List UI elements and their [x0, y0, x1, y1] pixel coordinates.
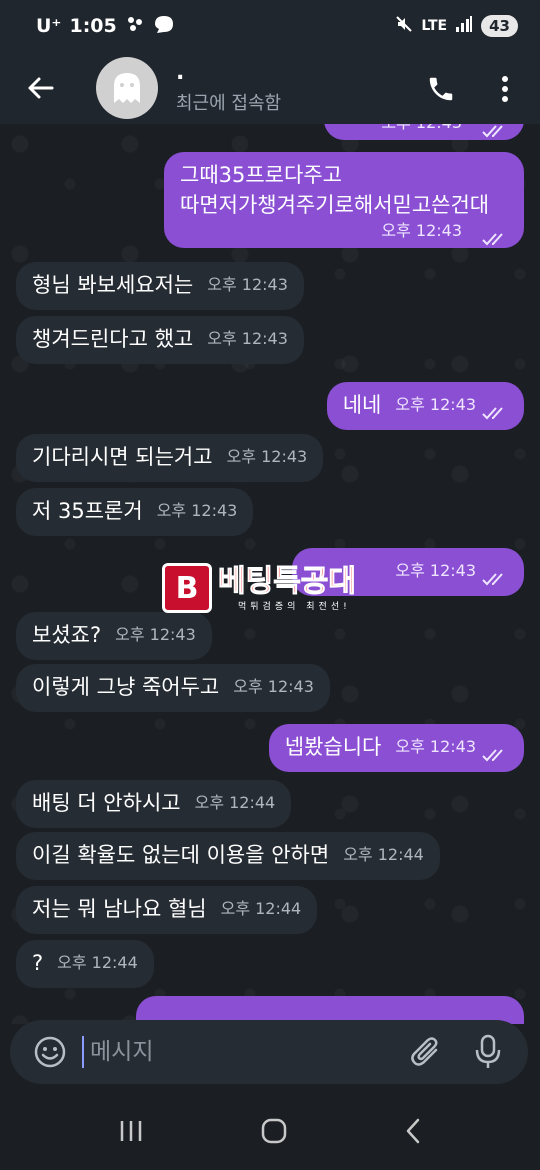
- message-time: 오후 12:43: [381, 221, 462, 240]
- contact-info[interactable]: . 최근에 접속함: [176, 61, 281, 115]
- message-text: 챙겨드린다고 했고: [32, 327, 194, 351]
- avatar[interactable]: [96, 57, 158, 119]
- message-text: 배팅 더 안하시고: [32, 791, 181, 815]
- message-text: 저는 뭐 남나요 혈님: [32, 897, 207, 921]
- double-check-icon: [482, 573, 503, 586]
- mute-icon: [395, 15, 413, 37]
- carrier-label: U⁺: [36, 15, 62, 37]
- message-bubble-incoming[interactable]: 저 35프론거 오후 12:43: [16, 488, 254, 536]
- message-bubble-incoming[interactable]: ? 오후 12:44: [16, 940, 154, 988]
- attach-button[interactable]: [404, 1030, 448, 1074]
- home-icon: [261, 1118, 287, 1144]
- emoji-button[interactable]: [28, 1030, 72, 1074]
- app-notification-icon: [125, 14, 145, 39]
- message-time: 오후 12:44: [220, 899, 302, 918]
- call-button[interactable]: [420, 68, 462, 110]
- phone-icon: [429, 77, 453, 101]
- back-nav-button[interactable]: [403, 1117, 423, 1149]
- contact-status: 최근에 접속함: [176, 93, 282, 114]
- message-time: 오후 12:44: [343, 845, 424, 864]
- message-bubble-outgoing[interactable]: 네네 오후 12:43: [326, 382, 524, 430]
- signal-icon: [455, 16, 473, 36]
- message-bubble-incoming[interactable]: 챙겨드린다고 했고 오후 12:43: [16, 316, 304, 364]
- message-text: 기다리시면 되는거고: [32, 445, 213, 469]
- message-time: 오후 12:43: [226, 447, 308, 466]
- message-bubble-incoming[interactable]: 이길 확율도 없는데 이용을 안하면 오후 12:44: [16, 832, 440, 880]
- message-time: 오후 12:43: [207, 275, 288, 294]
- messenger-notification-icon: [153, 14, 175, 39]
- message-bubble-incoming[interactable]: 형님 봐보세요저는 오후 12:43: [16, 262, 304, 310]
- message-bubble-incoming[interactable]: 저는 뭐 남나요 혈님 오후 12:44: [16, 886, 318, 934]
- clock: 1:05: [69, 15, 117, 37]
- message-text: 그때35프로다주고 따면저가챙겨주기로해서믿고쓴건대: [180, 163, 490, 217]
- double-check-icon: [482, 233, 503, 246]
- message-bubble-incoming[interactable]: 이렇게 그냥 죽어두고 오후 12:43: [16, 664, 330, 712]
- battery-indicator: 43: [481, 15, 518, 37]
- contact-name: .: [176, 60, 185, 85]
- more-options-button[interactable]: [490, 68, 520, 110]
- message-time: 오후 12:44: [57, 953, 138, 972]
- attach-icon: [411, 1037, 438, 1066]
- message-composer: [10, 1020, 528, 1084]
- message-text: 네네: [342, 393, 382, 417]
- message-bubble-incoming[interactable]: 보셨죠? 오후 12:43: [16, 612, 212, 660]
- message-time: 오후 12:43: [156, 501, 238, 520]
- watermark-badge: B: [162, 563, 212, 613]
- chat-header: . 최근에 접속함: [0, 52, 540, 124]
- message-text: 형님 봐보세요저는: [32, 273, 194, 297]
- emoji-icon: [34, 1036, 66, 1068]
- message-time: 오후 12:43: [207, 329, 288, 348]
- double-check-icon: [482, 125, 503, 138]
- network-label: LTE: [421, 18, 448, 34]
- message-time: 오후 12:43: [233, 677, 314, 696]
- message-text: ?: [32, 951, 44, 975]
- message-bubble-incoming[interactable]: 배팅 더 안하시고 오후 12:44: [16, 780, 292, 828]
- message-time: 오후 12:43: [395, 395, 476, 414]
- message-text: 이렇게 그냥 죽어두고: [32, 675, 220, 699]
- recent-apps-button[interactable]: [117, 1119, 145, 1147]
- message-bubble-incoming[interactable]: 기다리시면 되는거고 오후 12:43: [16, 434, 324, 482]
- message-time: 오후 12:44: [194, 793, 276, 812]
- more-vert-icon: [502, 76, 508, 102]
- voice-button[interactable]: [466, 1030, 510, 1074]
- back-nav-icon: [406, 1118, 419, 1144]
- watermark-title: 베팅특공대: [218, 563, 357, 599]
- message-time: 오후 12:43: [395, 737, 476, 756]
- watermark-logo: B 베팅특공대 먹튀검증의 최전선!: [162, 558, 382, 618]
- watermark-subtitle: 먹튀검증의 최전선!: [238, 601, 351, 612]
- message-bubble-outgoing[interactable]: 오후 12:43: [324, 124, 524, 140]
- back-button[interactable]: [0, 52, 80, 124]
- home-button[interactable]: [260, 1117, 288, 1149]
- back-arrow-icon: [28, 77, 54, 99]
- status-bar: U⁺ 1:05 LTE 43: [0, 0, 540, 52]
- divider: [0, 1084, 540, 1096]
- message-bubble-outgoing[interactable]: 넵봤습니다 오후 12:43: [268, 724, 524, 772]
- message-time: 오후 12:43: [381, 124, 462, 138]
- message-input[interactable]: [82, 1036, 404, 1068]
- message-text: 이길 확율도 없는데 이용을 안하면: [32, 843, 330, 867]
- mic-icon: [475, 1034, 501, 1068]
- double-check-icon: [482, 407, 503, 420]
- message-bubble-outgoing[interactable]: 그때35프로다주고 따면저가챙겨주기로해서믿고쓴건대 오후 12:43: [164, 152, 524, 248]
- message-time: 오후 12:43: [115, 625, 196, 644]
- double-check-icon: [482, 749, 503, 762]
- system-nav-bar: [0, 1096, 540, 1170]
- message-text: 저 35프론거: [32, 499, 143, 523]
- message-text: 보셨죠?: [32, 623, 102, 647]
- recent-apps-icon: [121, 1121, 142, 1141]
- ghost-avatar-icon: [114, 73, 140, 103]
- message-time: 오후 12:43: [395, 561, 476, 580]
- message-text: 넵봤습니다: [284, 735, 382, 759]
